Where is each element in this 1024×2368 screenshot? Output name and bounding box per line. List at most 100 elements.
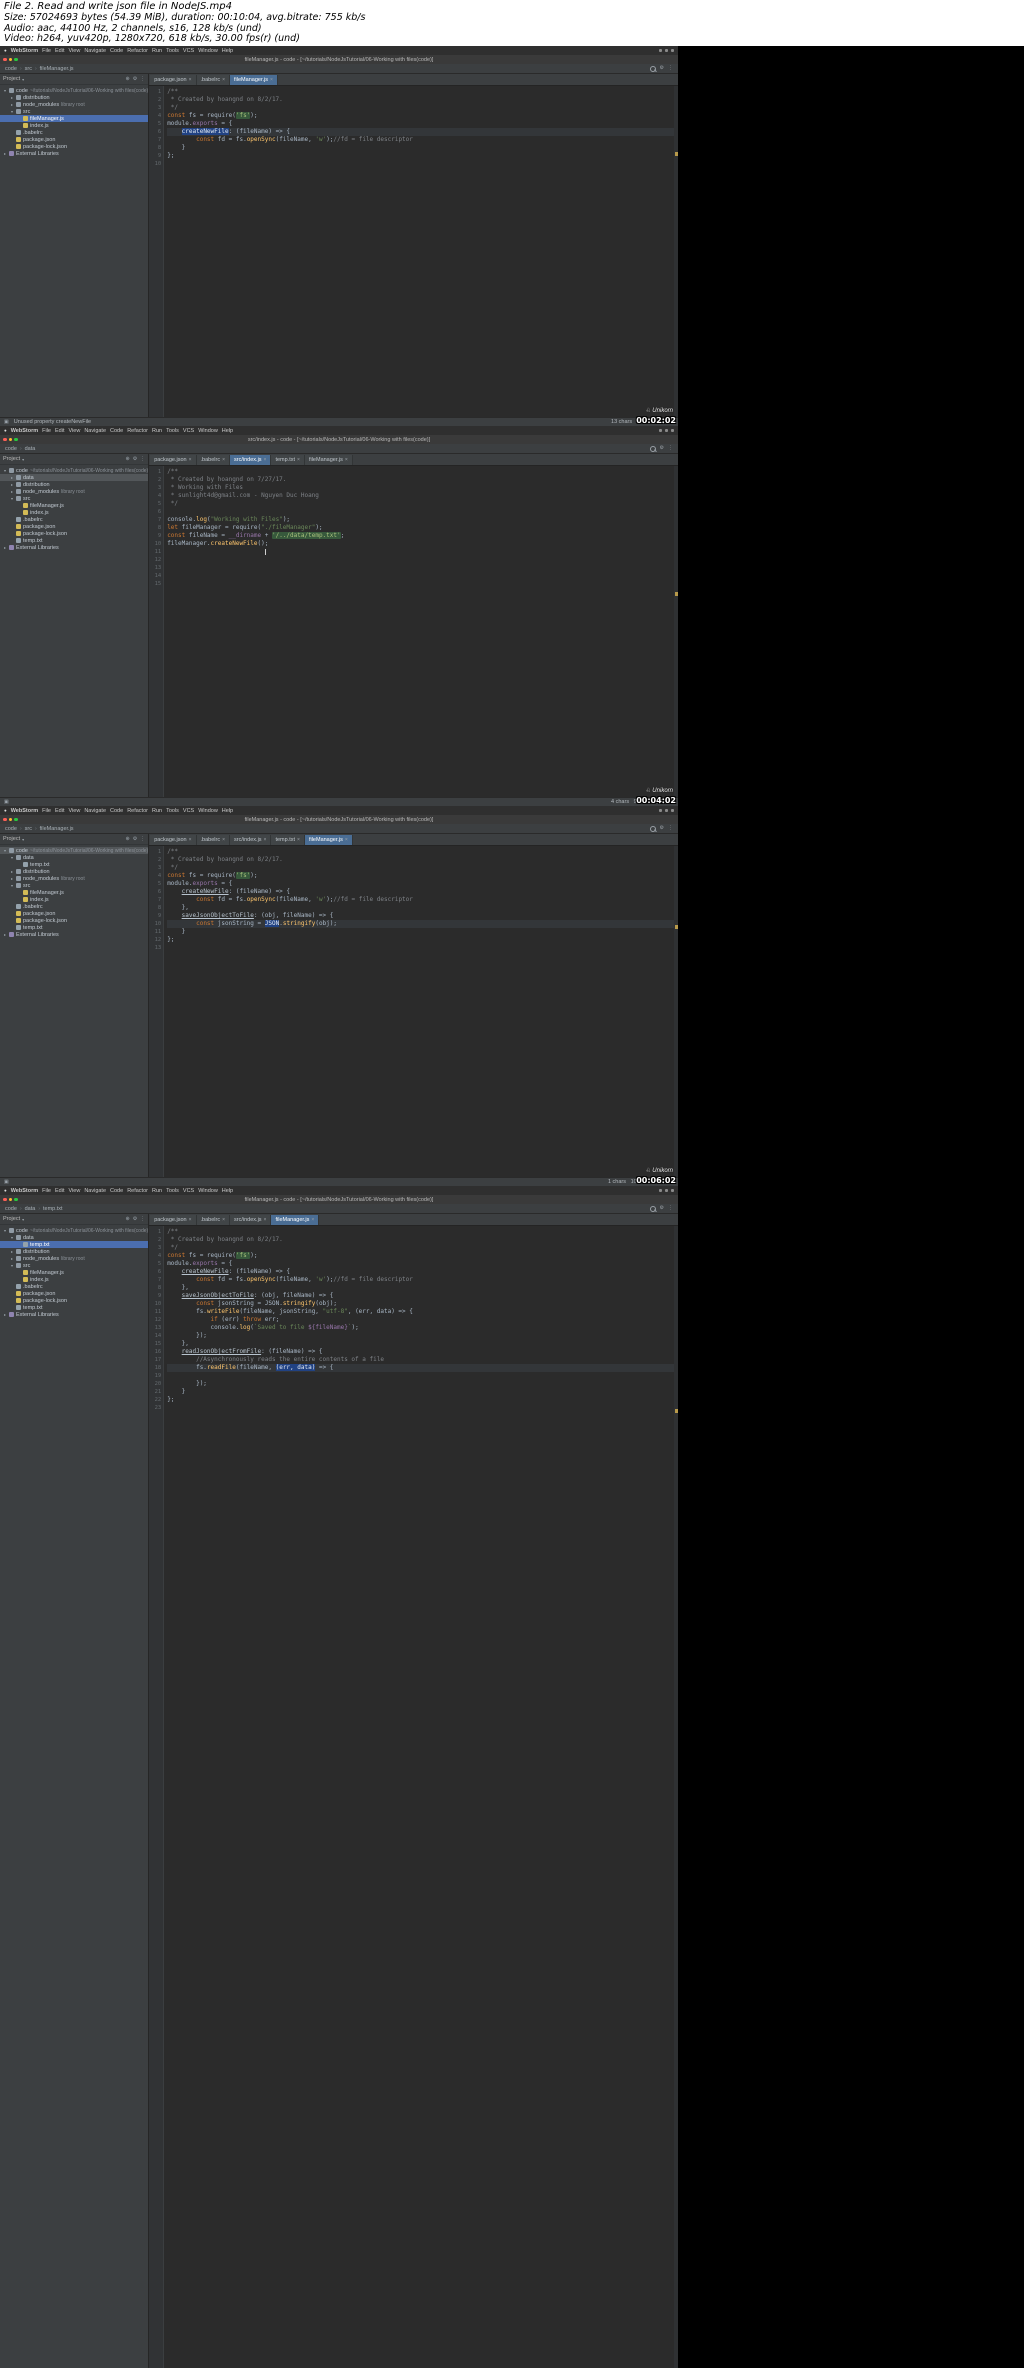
menu-item-tools[interactable]: Tools xyxy=(166,808,179,814)
more-options-icon[interactable]: ⋮ xyxy=(668,826,673,831)
apple-menu-icon[interactable]: ● xyxy=(4,808,7,813)
editor-gutter[interactable]: 1 2 3 4 5 6 7 8 9 10 xyxy=(149,86,165,417)
toolwindow-toggle-icon[interactable]: ▣ xyxy=(4,799,9,805)
panel-more-icon[interactable]: ⋮ xyxy=(140,836,145,842)
project-view-dropdown[interactable]: Project xyxy=(3,1216,20,1222)
breadcrumb-code[interactable]: code xyxy=(5,66,17,72)
expand-arrow-icon[interactable]: ▸ xyxy=(10,95,14,100)
tree-item-babelrc[interactable]: .babelrc xyxy=(0,129,148,136)
editor-scrollbar[interactable] xyxy=(674,1226,678,2368)
settings-gear-icon[interactable]: ⚙ xyxy=(660,66,664,71)
menu-item-view[interactable]: View xyxy=(68,48,80,54)
tab-src-index-js[interactable]: src/index.js × xyxy=(230,1215,272,1225)
tree-item-package-json[interactable]: package.json xyxy=(0,1290,148,1297)
menu-item-vcs[interactable]: VCS xyxy=(183,48,194,54)
breadcrumb-code[interactable]: code xyxy=(5,446,17,452)
tree-item-package-lock-json[interactable]: package-lock.json xyxy=(0,1297,148,1304)
expand-arrow-icon[interactable]: ▸ xyxy=(10,1256,14,1261)
tab-close-icon[interactable]: × xyxy=(311,1217,314,1223)
expand-arrow-icon[interactable]: ▸ xyxy=(3,545,7,550)
breadcrumb-data[interactable]: data xyxy=(25,446,36,452)
menu-item-navigate[interactable]: Navigate xyxy=(84,48,106,54)
tree-item-babelrc[interactable]: .babelrc xyxy=(0,516,148,523)
tab-close-icon[interactable]: × xyxy=(222,1217,225,1223)
menu-item-edit[interactable]: Edit xyxy=(55,1188,64,1194)
tree-item-index-js[interactable]: index.js xyxy=(0,509,148,516)
menu-item-view[interactable]: View xyxy=(68,1188,80,1194)
menu-item-vcs[interactable]: VCS xyxy=(183,1188,194,1194)
apple-menu-icon[interactable]: ● xyxy=(4,428,7,433)
breadcrumb-filemanager-js[interactable]: fileManager.js xyxy=(40,826,74,832)
tab-filemanager-js[interactable]: fileManager.js × xyxy=(271,1215,320,1225)
menu-item-file[interactable]: File xyxy=(42,808,51,814)
tree-item-filemanager-js[interactable]: fileManager.js xyxy=(0,1269,148,1276)
editor-gutter[interactable]: 1 2 3 4 5 6 7 8 9 10 11 12 13 14 15 xyxy=(149,466,165,797)
tree-item-temp-txt[interactable]: temp.txt xyxy=(0,537,148,544)
panel-settings-gear-icon[interactable]: ⚙ xyxy=(133,1216,137,1222)
tree-item-data[interactable]: ▾ data xyxy=(0,1234,148,1241)
tree-item-distribution[interactable]: ▸ distribution xyxy=(0,481,148,488)
menu-item-window[interactable]: Window xyxy=(198,428,218,434)
tree-item-babelrc[interactable]: .babelrc xyxy=(0,903,148,910)
project-view-dropdown[interactable]: Project xyxy=(3,456,20,462)
collapse-arrow-icon[interactable]: ▾ xyxy=(3,848,7,853)
search-icon[interactable] xyxy=(649,445,656,452)
tree-item-package-json[interactable]: package.json xyxy=(0,910,148,917)
editor-scrollbar[interactable] xyxy=(674,466,678,797)
tree-item-distribution[interactable]: ▸ distribution xyxy=(0,94,148,101)
tab-filemanager-js[interactable]: fileManager.js × xyxy=(230,75,278,85)
editor-gutter[interactable]: 1 2 3 4 5 6 7 8 9 10 11 12 13 xyxy=(149,846,165,1177)
collapse-arrow-icon[interactable]: ▾ xyxy=(10,883,14,888)
panel-settings-gear-icon[interactable]: ⚙ xyxy=(133,456,137,462)
menu-item-edit[interactable]: Edit xyxy=(55,808,64,814)
tab-close-icon[interactable]: × xyxy=(222,77,225,83)
panel-more-icon[interactable]: ⋮ xyxy=(140,456,145,462)
menu-item-edit[interactable]: Edit xyxy=(55,428,64,434)
menu-item-refactor[interactable]: Refactor xyxy=(127,48,148,54)
zoom-window-button[interactable] xyxy=(14,437,18,442)
expand-arrow-icon[interactable]: ▸ xyxy=(10,475,14,480)
tree-item-external-libraries[interactable]: ▸ External Libraries xyxy=(0,1311,148,1318)
tree-item-node-modules[interactable]: ▸ node_modules library root xyxy=(0,101,148,108)
tab-temp-txt[interactable]: temp.txt × xyxy=(271,455,305,465)
collapse-arrow-icon[interactable]: ▾ xyxy=(3,1228,7,1233)
editor[interactable]: /** * Created by hoangnd on 7/27/17. * W… xyxy=(164,466,678,797)
menu-item-code[interactable]: Code xyxy=(110,48,123,54)
tree-item-package-lock-json[interactable]: package-lock.json xyxy=(0,143,148,150)
panel-more-icon[interactable]: ⋮ xyxy=(140,1216,145,1222)
tree-item-src[interactable]: ▾ src xyxy=(0,495,148,502)
expand-arrow-icon[interactable]: ▸ xyxy=(10,102,14,107)
tab-package-json[interactable]: package.json × xyxy=(150,835,197,845)
tree-item-distribution[interactable]: ▸ distribution xyxy=(0,868,148,875)
minimize-window-button[interactable] xyxy=(8,1197,12,1202)
tab-close-icon[interactable]: × xyxy=(270,77,273,83)
tab-close-icon[interactable]: × xyxy=(189,457,192,463)
menu-item-file[interactable]: File xyxy=(42,48,51,54)
panel-settings-gear-icon[interactable]: ⚙ xyxy=(133,836,137,842)
menu-item-view[interactable]: View xyxy=(68,428,80,434)
panel-more-icon[interactable]: ⋮ xyxy=(140,76,145,82)
editor[interactable]: /** * Created by hoangnd on 8/2/17. */co… xyxy=(164,86,678,417)
expand-arrow-icon[interactable]: ▸ xyxy=(3,932,7,937)
tab-close-icon[interactable]: × xyxy=(345,837,348,843)
menu-item-webstorm[interactable]: WebStorm xyxy=(11,808,38,814)
menu-item-vcs[interactable]: VCS xyxy=(183,808,194,814)
tree-item-temp-txt[interactable]: temp.txt xyxy=(0,1304,148,1311)
expand-arrow-icon[interactable]: ▸ xyxy=(3,1312,7,1317)
tree-item-index-js[interactable]: index.js xyxy=(0,896,148,903)
project-view-dropdown[interactable]: Project xyxy=(3,836,20,842)
menu-item-run[interactable]: Run xyxy=(152,48,162,54)
tree-item-babelrc[interactable]: .babelrc xyxy=(0,1283,148,1290)
menu-item-navigate[interactable]: Navigate xyxy=(84,428,106,434)
close-window-button[interactable] xyxy=(3,1197,7,1202)
tree-item-package-json[interactable]: package.json xyxy=(0,523,148,530)
tab-package-json[interactable]: package.json × xyxy=(150,455,197,465)
tab-babelrc[interactable]: .babelrc × xyxy=(196,1215,231,1225)
collapse-arrow-icon[interactable]: ▾ xyxy=(3,88,7,93)
settings-gear-icon[interactable]: ⚙ xyxy=(660,1206,664,1211)
zoom-window-button[interactable] xyxy=(14,1197,18,1202)
tree-item-data[interactable]: ▾ data xyxy=(0,854,148,861)
menu-item-tools[interactable]: Tools xyxy=(166,1188,179,1194)
menu-item-refactor[interactable]: Refactor xyxy=(127,428,148,434)
search-icon[interactable] xyxy=(649,65,656,72)
